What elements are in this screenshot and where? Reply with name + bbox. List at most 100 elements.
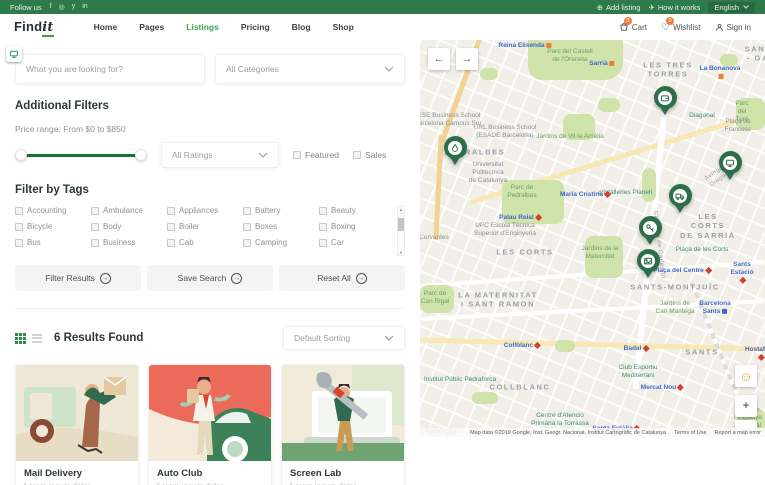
featured-checkbox[interactable]: Featured (293, 150, 339, 160)
add-listing-link[interactable]: ⊕ Add listing (597, 3, 641, 12)
card-title[interactable]: Screen Lab (290, 468, 396, 479)
chevron-down-icon (384, 335, 394, 341)
search-field[interactable] (15, 54, 205, 84)
tag-checkbox[interactable]: Accounting (15, 206, 87, 215)
nav-home[interactable]: Home (94, 22, 118, 32)
card-title[interactable]: Mail Delivery (24, 468, 130, 479)
tag-checkbox[interactable]: Boiler (167, 222, 239, 231)
slider-handle-min[interactable] (15, 149, 27, 161)
filter-results-button[interactable]: Filter Results → (15, 265, 141, 291)
checkbox-icon (91, 223, 99, 231)
checkbox-icon (167, 239, 175, 247)
tag-checkbox[interactable]: Cab (167, 238, 239, 247)
nav-listings[interactable]: Listings (186, 22, 219, 32)
facebook-icon[interactable]: f (50, 3, 52, 11)
slider-handle-max[interactable] (135, 149, 147, 161)
linkedin-icon[interactable]: in (82, 3, 87, 11)
ratings-select[interactable]: All Ratings (161, 142, 279, 168)
scrollbar-thumb[interactable] (398, 218, 404, 231)
topbar: Follow us f ◎ y in ⊕ Add listing ✈ How i… (0, 0, 765, 14)
tags-scrollbar[interactable]: ▲ ▼ (397, 206, 405, 256)
language-selector[interactable]: English (708, 2, 755, 13)
arrow-circle-icon: → (100, 273, 111, 284)
checkbox-icon (353, 151, 361, 159)
user-icon (715, 23, 724, 32)
checkbox-icon (319, 239, 327, 247)
pegman-streetview[interactable]: ☺ (735, 365, 757, 387)
how-it-works-link[interactable]: ✈ How it works (649, 3, 701, 12)
listing-map-marker-droplet[interactable] (443, 136, 467, 170)
listing-map-marker-wallet[interactable] (653, 86, 677, 120)
price-range-label: Price range: From $0 to $850 (15, 124, 405, 134)
nav-pricing[interactable]: Pricing (241, 22, 270, 32)
tag-checkbox[interactable]: Business (91, 238, 163, 247)
instagram-icon[interactable]: ◎ (59, 3, 65, 11)
wishlist-badge: 0 (666, 17, 674, 25)
card-title[interactable]: Auto Club (157, 468, 263, 479)
twitter-icon[interactable]: y (72, 3, 76, 11)
listing-map-marker-truck[interactable] (668, 184, 692, 218)
save-search-button[interactable]: Save Search → (147, 265, 273, 291)
report-error-link[interactable]: Report a map error (715, 430, 761, 436)
arrow-circle-icon: → (356, 273, 367, 284)
tag-checkbox[interactable]: Boxing (319, 222, 391, 231)
follow-us-label: Follow us (10, 3, 42, 12)
main-header: Findit Home Pages Listings Pricing Blog … (0, 14, 765, 40)
card-illustration (282, 365, 404, 461)
listing-map-marker-image[interactable] (636, 249, 660, 283)
results-map[interactable]: LES TRES TORRESSANT - GAPEDRALBESLES COR… (420, 40, 765, 437)
wishlist-button[interactable]: ♡ 0 Wishlist (661, 22, 701, 33)
tag-checkbox[interactable]: Car (319, 238, 391, 247)
checkbox-icon (91, 207, 99, 215)
listing-map-marker-monitor[interactable] (718, 151, 742, 185)
search-input[interactable] (26, 64, 194, 74)
chevron-down-icon (743, 5, 749, 9)
main-nav: Home Pages Listings Pricing Blog Shop (94, 22, 354, 32)
tag-checkbox[interactable]: Bus (15, 238, 87, 247)
checkbox-icon (319, 207, 327, 215)
listing-map-marker-key[interactable] (638, 216, 662, 250)
tag-checkbox[interactable]: Appliances (167, 206, 239, 215)
sorting-select[interactable]: Default Sorting (283, 326, 405, 350)
tag-checkbox[interactable]: Bicycle (15, 222, 87, 231)
tag-checkbox[interactable]: Beauty (319, 206, 391, 215)
tag-checkbox[interactable]: Body (91, 222, 163, 231)
terms-link[interactable]: Terms of Use (674, 430, 706, 436)
list-view-toggle[interactable] (32, 334, 42, 343)
tags-grid: Accounting Ambulance Appliances (15, 206, 405, 247)
arrow-circle-icon: → (231, 273, 242, 284)
nav-blog[interactable]: Blog (292, 22, 311, 32)
map-forward-button[interactable]: → (456, 48, 478, 70)
nav-pages[interactable]: Pages (139, 22, 164, 32)
tag-checkbox[interactable]: Battery (243, 206, 315, 215)
tag-checkbox[interactable]: Camping (243, 238, 315, 247)
cart-button[interactable]: 0 Cart (619, 22, 647, 32)
checkbox-icon (243, 223, 251, 231)
rocket-icon: ✈ (649, 3, 655, 12)
scroll-up-icon[interactable]: ▲ (398, 207, 404, 212)
checkbox-icon (243, 239, 251, 247)
nav-shop[interactable]: Shop (333, 22, 354, 32)
slider-track (19, 154, 143, 157)
chevron-down-icon (258, 152, 268, 158)
chevron-down-icon (384, 66, 394, 72)
tag-checkbox[interactable]: Ambulance (91, 206, 163, 215)
divider (15, 308, 405, 309)
scroll-down-icon[interactable]: ▼ (398, 250, 404, 255)
reset-all-button[interactable]: Reset All → (279, 265, 405, 291)
listing-card-mail-delivery[interactable]: Mail Delivery Lorem ipsum dolor ☆☆☆☆☆ ♡ (15, 364, 139, 485)
zoom-in-button[interactable]: + (735, 395, 757, 417)
sales-checkbox[interactable]: Sales (353, 150, 386, 160)
checkbox-icon (293, 151, 301, 159)
map-back-button[interactable]: ← (428, 48, 450, 70)
category-select[interactable]: All Categories (215, 54, 405, 84)
cart-badge: 0 (624, 17, 632, 25)
listing-card-auto-club[interactable]: Auto Club Lorem ipsum dolor ☆☆☆☆☆ ♡ (148, 364, 272, 485)
logo[interactable]: Findit (14, 19, 54, 35)
signin-button[interactable]: Sign in (715, 23, 751, 32)
grid-view-toggle[interactable] (15, 333, 26, 344)
listing-card-screen-lab[interactable]: Screen Lab Lorem ipsum dolor ☆☆☆☆☆ ♡ (281, 364, 405, 485)
tag-checkbox[interactable]: Boxes (243, 222, 315, 231)
price-range-slider[interactable] (15, 149, 147, 161)
listings-panel: All Categories Additional Filters Price … (0, 40, 420, 485)
